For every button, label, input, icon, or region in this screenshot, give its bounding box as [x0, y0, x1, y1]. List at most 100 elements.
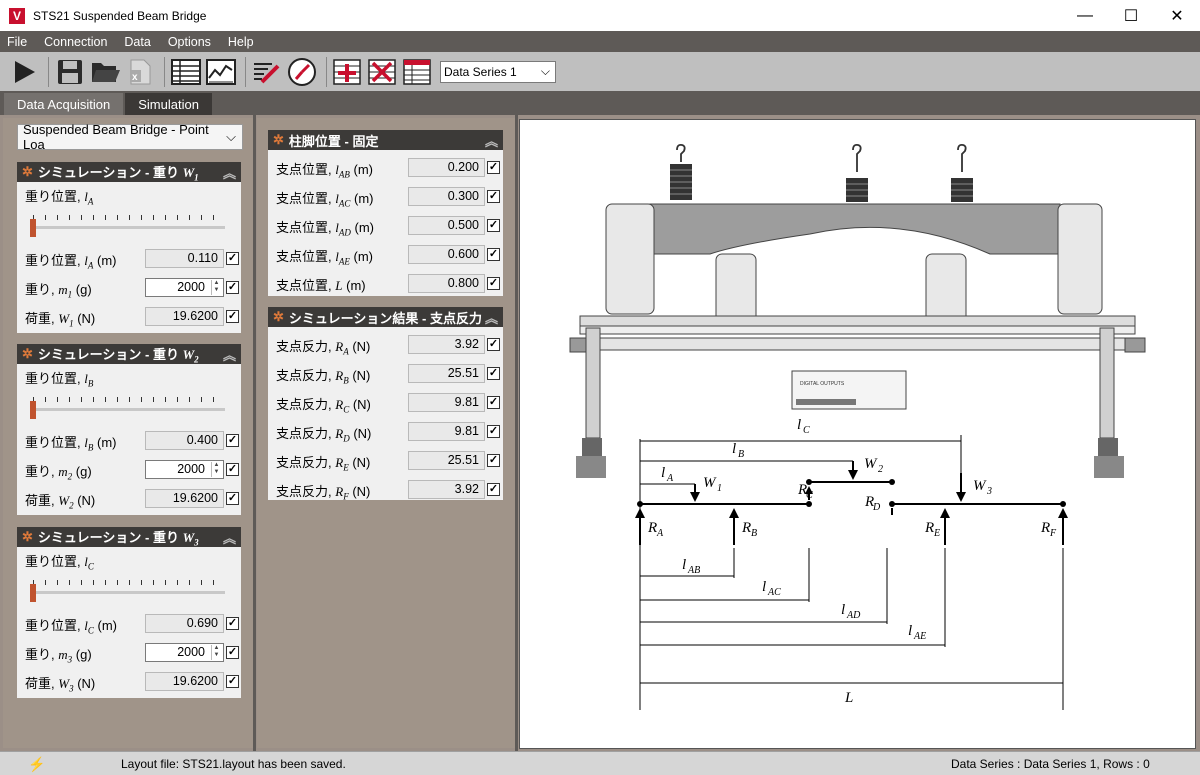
weight-position-slider[interactable] [17, 386, 241, 426]
checkbox[interactable]: ✓ [226, 434, 239, 447]
collapse-icon[interactable]: ︽ [485, 308, 498, 327]
menu-file[interactable]: File [7, 35, 27, 49]
slider-track[interactable] [33, 226, 225, 229]
gear-icon: ✲ [273, 309, 284, 324]
model-select[interactable]: Suspended Beam Bridge - Point Loa ⌵ [17, 122, 243, 152]
checkbox[interactable]: ✓ [487, 367, 500, 380]
slider-thumb[interactable] [30, 401, 36, 419]
menu-options[interactable]: Options [168, 35, 211, 49]
value-field[interactable]: 0.500 [408, 216, 485, 235]
slider-thumb[interactable] [30, 219, 36, 237]
collapse-icon[interactable]: ︽ [223, 528, 236, 547]
field-label: 重り, m3 (g) [25, 647, 92, 665]
left-frame [605, 203, 655, 315]
status-bar: ⚡ Layout file: STS21.layout has been sav… [0, 751, 1200, 775]
graph-icon[interactable] [205, 56, 237, 88]
checkbox[interactable]: ✓ [487, 454, 500, 467]
save-icon[interactable] [54, 56, 86, 88]
slider-track[interactable] [33, 408, 225, 411]
checkbox[interactable]: ✓ [226, 281, 239, 294]
edit-icon[interactable] [251, 56, 283, 88]
checkbox[interactable]: ✓ [226, 463, 239, 476]
weight-position-slider[interactable] [17, 569, 241, 609]
collapse-icon[interactable]: ︽ [485, 131, 498, 150]
value-field[interactable]: 3.92 [408, 480, 485, 499]
svg-text:x: x [132, 72, 138, 83]
chevron-down-icon: ⌵ [540, 64, 550, 78]
checkbox[interactable]: ✓ [226, 617, 239, 630]
checkbox[interactable]: ✓ [487, 396, 500, 409]
checkbox[interactable]: ✓ [226, 252, 239, 265]
stepper-arrows-icon[interactable]: ▲ ▼ [211, 645, 221, 660]
maximize-button[interactable]: ☐ [1108, 0, 1154, 31]
checkbox[interactable]: ✓ [226, 492, 239, 505]
mass-stepper[interactable]: 2000 ▲ ▼ [145, 643, 224, 662]
symbol-subscript: 3 [69, 683, 74, 694]
symbol: m [58, 282, 68, 297]
field-label: 支点反力, RC (N) [276, 397, 371, 415]
value-field[interactable]: 0.400 [145, 431, 224, 450]
checkbox[interactable]: ✓ [226, 310, 239, 323]
value-field[interactable]: 25.51 [408, 451, 485, 470]
slider-track[interactable] [33, 591, 225, 594]
svg-text:F: F [1049, 528, 1057, 539]
play-icon[interactable] [8, 56, 40, 88]
svg-text:l: l [762, 579, 766, 595]
value-field[interactable]: 0.800 [408, 274, 485, 293]
minimize-button[interactable]: — [1062, 0, 1108, 31]
weight-field-row: 荷重, W2 (N) 19.6200 ✓ [17, 484, 241, 513]
stepper-arrows-icon[interactable]: ▲ ▼ [211, 462, 221, 477]
value-field[interactable]: 0.600 [408, 245, 485, 264]
value-field[interactable]: 25.51 [408, 364, 485, 383]
close-button[interactable]: ✕ [1154, 0, 1200, 31]
value-field[interactable]: 19.6200 [145, 672, 224, 691]
svg-text:3: 3 [986, 486, 992, 497]
mass-stepper[interactable]: 2000 ▲ ▼ [145, 278, 224, 297]
svg-text:l: l [841, 602, 845, 618]
collapse-icon[interactable]: ︽ [223, 163, 236, 182]
value-field[interactable]: 19.6200 [145, 307, 224, 326]
table-settings-icon[interactable] [402, 56, 434, 88]
value-field[interactable]: 9.81 [408, 422, 485, 441]
value-field[interactable]: 0.690 [145, 614, 224, 633]
checkbox[interactable]: ✓ [487, 277, 500, 290]
data-series-select[interactable]: Data Series 1 ⌵ [440, 60, 556, 83]
slider-thumb[interactable] [30, 584, 36, 602]
value-field[interactable]: 0.200 [408, 158, 485, 177]
checkbox[interactable]: ✓ [487, 483, 500, 496]
export-excel-icon[interactable]: xx [124, 56, 156, 88]
reactions-panel-title: シミュレーション結果 - 支点反力 [288, 310, 482, 326]
toolbar-separator [48, 56, 49, 87]
gear-icon: ✲ [22, 346, 33, 361]
value-field[interactable]: 9.81 [408, 393, 485, 412]
value-field[interactable]: 19.6200 [145, 489, 224, 508]
stepper-arrows-icon[interactable]: ▲ ▼ [211, 280, 221, 295]
checkbox[interactable]: ✓ [487, 248, 500, 261]
svg-text:W: W [703, 475, 717, 491]
menu-data[interactable]: Data [124, 35, 150, 49]
reaction-field-row: 支点反力, RE (N) 25.51 ✓ [268, 446, 503, 475]
mass-stepper[interactable]: 2000 ▲ ▼ [145, 460, 224, 479]
value-field[interactable]: 3.92 [408, 335, 485, 354]
add-row-icon[interactable] [332, 56, 364, 88]
tab-simulation[interactable]: Simulation [125, 93, 212, 115]
checkbox[interactable]: ✓ [487, 219, 500, 232]
checkbox[interactable]: ✓ [487, 190, 500, 203]
checkbox[interactable]: ✓ [226, 675, 239, 688]
menu-help[interactable]: Help [228, 35, 254, 49]
value-field[interactable]: 0.110 [145, 249, 224, 268]
tab-data-acquisition[interactable]: Data Acquisition [4, 93, 124, 115]
collapse-icon[interactable]: ︽ [223, 345, 236, 364]
gauge-icon[interactable] [286, 56, 318, 88]
menu-connection[interactable]: Connection [44, 35, 107, 49]
weight-position-slider[interactable] [17, 204, 241, 244]
checkbox[interactable]: ✓ [487, 425, 500, 438]
checkbox[interactable]: ✓ [226, 646, 239, 659]
table-icon[interactable] [170, 56, 202, 88]
checkbox[interactable]: ✓ [487, 161, 500, 174]
checkbox[interactable]: ✓ [487, 338, 500, 351]
weight-w3 [951, 143, 973, 202]
open-folder-icon[interactable] [89, 56, 121, 88]
delete-icon[interactable] [367, 56, 399, 88]
value-field[interactable]: 0.300 [408, 187, 485, 206]
